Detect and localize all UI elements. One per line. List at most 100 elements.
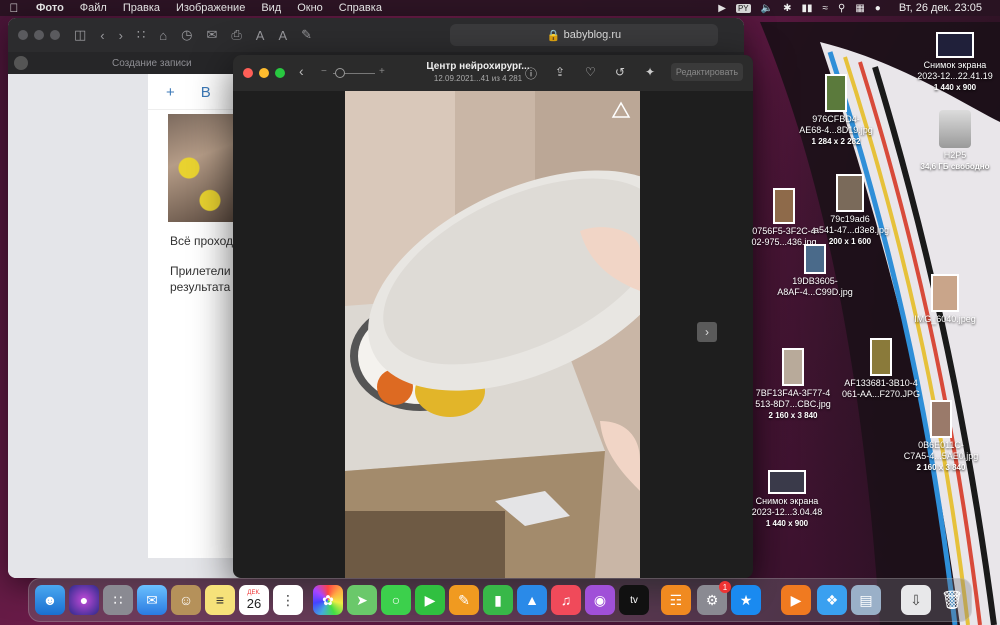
- text-large-icon[interactable]: A: [278, 28, 287, 43]
- zoom-button[interactable]: [275, 68, 285, 78]
- music-icon[interactable]: ♫: [551, 585, 581, 615]
- close-button[interactable]: [18, 30, 28, 40]
- home-icon[interactable]: ⌂: [159, 28, 167, 43]
- photo-viewer-window: ‹ − + Центр нейрохирург... 12.09.2021...…: [233, 55, 753, 578]
- next-photo-button[interactable]: ›: [697, 322, 717, 342]
- menu-image[interactable]: Изображение: [168, 2, 253, 14]
- tab-title[interactable]: Создание записи: [112, 58, 192, 69]
- desktop-item-dims: 2 160 x 3 840: [768, 411, 818, 420]
- zoom-knob[interactable]: [335, 68, 345, 78]
- preview-icon[interactable]: ▤: [851, 585, 881, 615]
- minimize-button[interactable]: [259, 68, 269, 78]
- hospital-meal-photo: [345, 91, 640, 578]
- volume-icon[interactable]: 🔈: [761, 3, 773, 14]
- minimize-button[interactable]: [34, 30, 44, 40]
- back-icon[interactable]: ‹: [299, 63, 304, 79]
- wifi-icon[interactable]: ≈: [822, 3, 828, 14]
- bluetooth-icon[interactable]: ✱: [783, 3, 791, 14]
- screenshot-thumbnail: [768, 470, 806, 494]
- edit-button[interactable]: Редактировать: [671, 63, 743, 81]
- menu-help[interactable]: Справка: [331, 2, 390, 14]
- desktop-item[interactable]: AF133681-3B10-4 061-AA...F270.JPG: [836, 338, 926, 400]
- control-center-icon[interactable]: ▦: [855, 3, 864, 14]
- play-icon[interactable]: ▶: [718, 3, 726, 14]
- desktop-item[interactable]: Н2Р5 34,6 ГБ свободно: [912, 110, 998, 172]
- sidebar-icon[interactable]: ◫: [74, 27, 86, 43]
- text-small-icon[interactable]: A: [256, 28, 265, 43]
- desktop-item[interactable]: 19DB3605- A8AF-4...C99D.jpg: [770, 244, 860, 298]
- desktop-item[interactable]: 976CFBD4- AE68-4...8D19.jpg 1 284 x 2 28…: [794, 74, 878, 147]
- menu-window[interactable]: Окно: [289, 2, 331, 14]
- desktop-item-dims: 34,6 ГБ свободно: [920, 162, 990, 171]
- numbers-icon[interactable]: ▮: [483, 585, 513, 615]
- mail-app-icon[interactable]: ✉: [137, 585, 167, 615]
- contacts-icon[interactable]: ☺: [171, 585, 201, 615]
- siri-icon[interactable]: ●: [875, 3, 881, 14]
- close-button[interactable]: [243, 68, 253, 78]
- photo-thumbnail: [931, 274, 959, 312]
- battery-icon[interactable]: ▮▮: [801, 3, 812, 14]
- calendar-icon[interactable]: ДЕК. 26: [239, 585, 269, 615]
- trash-icon[interactable]: 🗑: [937, 585, 967, 615]
- desktop-item-dims: 1 440 x 900: [933, 83, 977, 92]
- add-button[interactable]: +: [166, 84, 175, 101]
- search-icon[interactable]: ⚲: [838, 3, 845, 14]
- back-icon[interactable]: ‹: [100, 28, 104, 43]
- menu-edit[interactable]: Правка: [115, 2, 168, 14]
- launchpad-icon[interactable]: ∷: [103, 585, 133, 615]
- desktop-item-label: Н2Р5: [943, 150, 967, 160]
- heart-icon[interactable]: ♡: [585, 65, 596, 79]
- app-store-icon[interactable]: ★: [731, 585, 761, 615]
- desktop-item[interactable]: 0756F5-3F2C-4 02-975...436.jpg: [748, 188, 820, 248]
- media-player-icon[interactable]: ▶: [781, 585, 811, 615]
- desktop-item[interactable]: Снимок экрана 2023-12...3.04.48 1 440 x …: [744, 470, 830, 529]
- desktop-item-dims: 1 284 x 2 282: [811, 137, 861, 146]
- photos-app-icon[interactable]: ✿: [313, 585, 343, 615]
- menu-app[interactable]: Фото: [28, 2, 72, 14]
- zoom-button[interactable]: [50, 30, 60, 40]
- history-icon[interactable]: ◷: [181, 27, 192, 43]
- viewer-toolbar: ‹ − + Центр нейрохирург... 12.09.2021...…: [233, 55, 753, 91]
- enhance-icon[interactable]: ✦: [645, 65, 655, 79]
- forward-icon[interactable]: ›: [119, 28, 123, 43]
- keyboard-layout[interactable]: PY: [735, 3, 751, 13]
- notes-icon[interactable]: ≡: [205, 585, 235, 615]
- desktop-item[interactable]: 7BF13F4A-3F77-4 513-8D7...CBC.jpg 2 160 …: [750, 348, 836, 421]
- desktop-item[interactable]: Снимок экрана 2023-12...22.41.19 1 440 x…: [912, 32, 998, 93]
- desktop-item[interactable]: 0B6E011C- C7A5-4...5AE0.jpg 2 160 x 3 84…: [896, 400, 986, 473]
- photo-subtitle: 12.09.2021...41 из 4 281: [433, 74, 523, 83]
- books-icon[interactable]: ☶: [661, 585, 691, 615]
- system-preferences-icon[interactable]: ⚙ 1: [697, 581, 731, 615]
- menu-file[interactable]: Файл: [72, 2, 115, 14]
- downloads-stack-icon[interactable]: ⇩: [901, 585, 931, 615]
- facetime-icon[interactable]: ▶: [415, 585, 445, 615]
- podcasts-icon[interactable]: ◉: [585, 585, 615, 615]
- apple-icon[interactable]: : [0, 1, 28, 15]
- finder-icon[interactable]: ☻: [35, 585, 65, 615]
- info-icon[interactable]: ⓘ: [525, 65, 537, 82]
- bold-button[interactable]: B: [201, 84, 211, 101]
- keynote-icon[interactable]: ▲: [517, 585, 547, 615]
- address-bar[interactable]: 🔒 babyblog.ru: [450, 24, 718, 46]
- annotate-icon[interactable]: ✎: [301, 27, 312, 43]
- menu-view[interactable]: Вид: [253, 2, 289, 14]
- messages-icon[interactable]: ○: [381, 585, 411, 615]
- zoom-slider[interactable]: − +: [321, 66, 387, 79]
- reminders-icon[interactable]: ⋮: [273, 585, 303, 615]
- share-icon[interactable]: ⇪: [555, 65, 565, 79]
- print-icon[interactable]: ⎙: [231, 27, 241, 43]
- apple-tv-icon[interactable]: tv: [619, 585, 649, 615]
- pages-icon[interactable]: ✎: [449, 585, 479, 615]
- maps-icon[interactable]: ➤: [347, 585, 377, 615]
- siri-app-icon[interactable]: ●: [69, 585, 99, 615]
- desktop-item[interactable]: 79c19ad6 -a541-47...d3e8.jpg 200 x 1 600: [808, 174, 892, 247]
- rotate-icon[interactable]: ↺: [615, 65, 625, 79]
- menubar-clock[interactable]: Вт, 26 дек. 23:05: [891, 2, 990, 14]
- mail-icon[interactable]: ✉: [206, 27, 217, 43]
- safari-app-icon[interactable]: ❖: [817, 585, 847, 615]
- photo-display: [345, 91, 640, 578]
- desktop-item[interactable]: IMG_6040.jpeg: [910, 274, 980, 325]
- grid-icon[interactable]: ∷: [137, 27, 145, 43]
- tab-favicon: [14, 56, 28, 70]
- desktop-item-dims: 1 440 x 900: [765, 519, 809, 528]
